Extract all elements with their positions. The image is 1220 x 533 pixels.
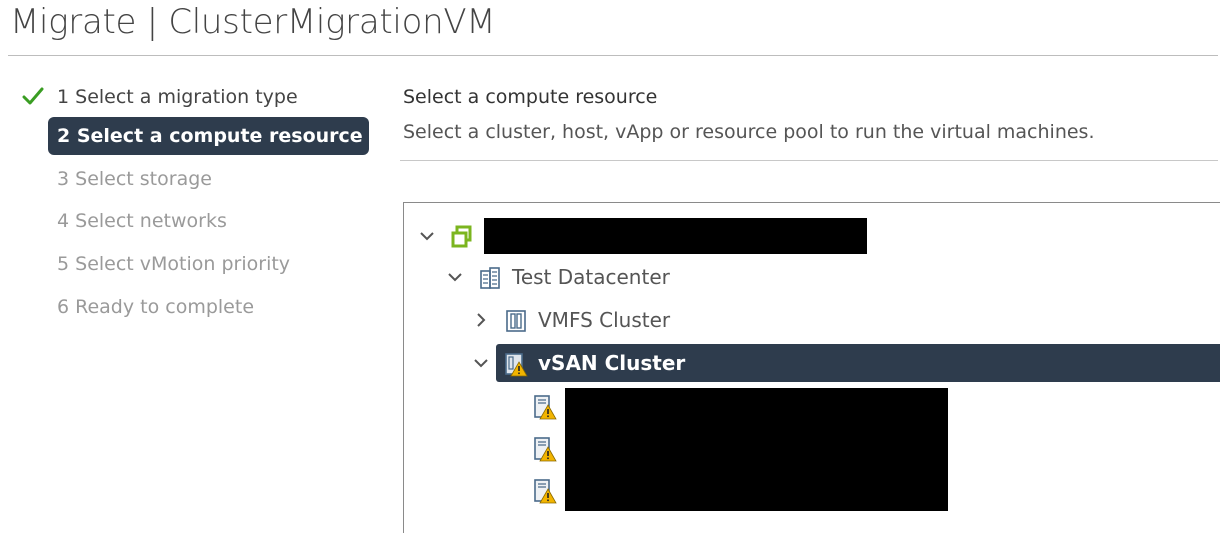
step-select-compute-resource[interactable]: 2 Select a compute resource	[48, 117, 369, 155]
chevron-down-icon[interactable]	[446, 268, 464, 286]
step-select-networks: 4 Select networks	[57, 210, 227, 232]
chevron-down-icon[interactable]	[418, 227, 436, 245]
cluster-icon	[506, 310, 526, 332]
redacted-vcenter-name	[484, 218, 867, 254]
content-divider	[400, 160, 1218, 161]
tree-node-datacenter-label: Test Datacenter	[512, 265, 670, 289]
host-warning-icon	[534, 395, 557, 420]
step-select-storage: 3 Select storage	[57, 168, 212, 190]
chevron-down-icon[interactable]	[472, 354, 490, 372]
section-description: Select a cluster, host, vApp or resource…	[403, 121, 1095, 143]
cluster-warning-icon	[505, 353, 528, 377]
chevron-right-icon[interactable]	[472, 311, 490, 329]
redacted-host-names	[565, 388, 948, 511]
step-select-migration-type[interactable]: 1 Select a migration type	[48, 78, 298, 116]
title-divider	[8, 55, 1218, 56]
tree-node-vmfs-cluster-label: VMFS Cluster	[538, 308, 671, 332]
tree-node-vsan-cluster[interactable]: vSAN Cluster	[496, 344, 1220, 382]
tree-node-vcenter[interactable]	[404, 217, 1220, 255]
step-select-vmotion-priority: 5 Select vMotion priority	[57, 253, 291, 275]
tree-node-vmfs-cluster[interactable]: VMFS Cluster	[404, 301, 1220, 339]
step-ready-to-complete: 6 Ready to complete	[57, 296, 255, 318]
host-warning-icon	[534, 437, 557, 462]
vcenter-icon	[451, 225, 472, 248]
page-title: Migrate | ClusterMigrationVM	[10, 2, 496, 42]
host-warning-icon	[534, 479, 557, 504]
tree-node-datacenter[interactable]: Test Datacenter	[404, 258, 1220, 296]
section-heading: Select a compute resource	[403, 86, 658, 108]
checkmark-icon	[22, 87, 44, 105]
datacenter-icon	[480, 267, 500, 289]
tree-node-vsan-cluster-label: vSAN Cluster	[538, 351, 686, 375]
compute-resource-tree[interactable]: Test Datacenter VMFS Cluster vSAN Cluste…	[403, 202, 1220, 533]
